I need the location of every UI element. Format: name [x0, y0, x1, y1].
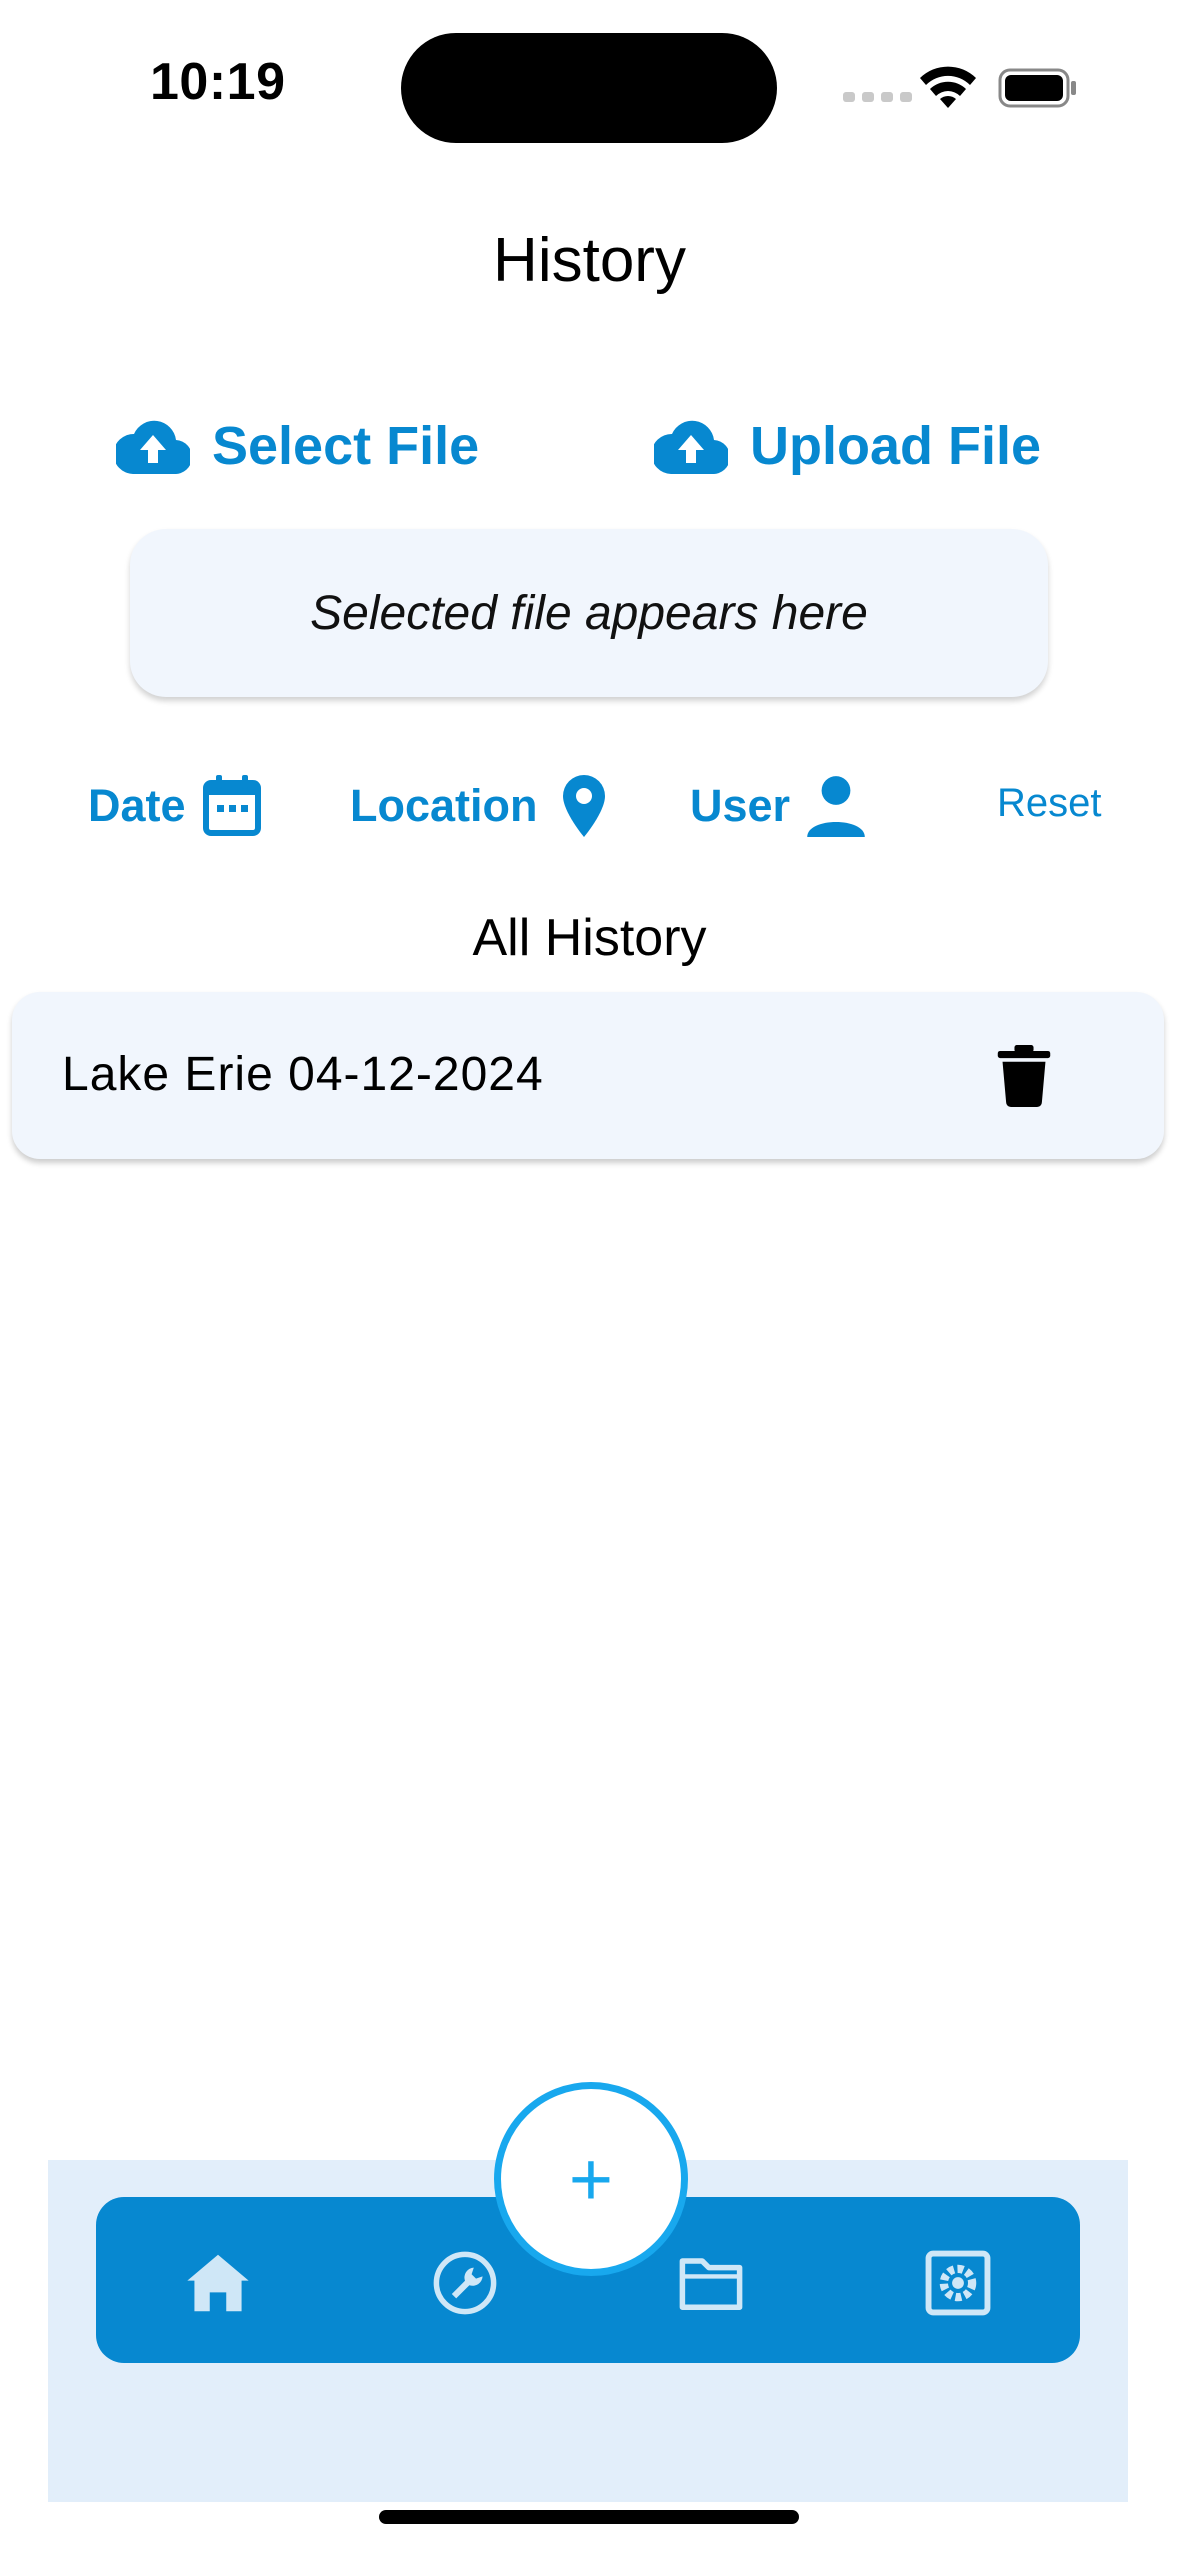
- status-time: 10:19: [150, 53, 286, 111]
- selected-file-placeholder: Selected file appears here: [310, 586, 868, 640]
- location-filter-label: Location: [350, 780, 538, 831]
- section-title: All History: [472, 909, 707, 967]
- upload-file-label: Upload File: [750, 416, 1042, 476]
- wifi-icon: [920, 66, 976, 108]
- select-file-button[interactable]: Select File: [116, 408, 479, 484]
- battery-icon: [998, 68, 1076, 108]
- add-fab-button[interactable]: +: [494, 2082, 688, 2276]
- upload-file-button[interactable]: Upload File: [654, 408, 1041, 484]
- dynamic-island: [401, 33, 777, 143]
- user-filter-button[interactable]: User: [690, 770, 866, 842]
- reset-filters-button[interactable]: Reset: [997, 781, 1102, 826]
- wrench-icon[interactable]: [432, 2250, 498, 2316]
- trash-icon[interactable]: [996, 1045, 1052, 1107]
- home-icon[interactable]: [185, 2250, 251, 2316]
- cellular-signal-icon: [843, 92, 912, 102]
- person-icon: [807, 776, 865, 837]
- history-item-label: Lake Erie 04-12-2024: [62, 1048, 544, 1101]
- cloud-upload-icon: [116, 420, 190, 474]
- location-filter-button[interactable]: Location: [350, 770, 614, 842]
- location-pin-icon: [562, 775, 605, 837]
- user-filter-label: User: [690, 780, 791, 831]
- date-filter-label: Date: [88, 780, 186, 831]
- select-file-label: Select File: [212, 416, 480, 476]
- home-indicator: [379, 2510, 799, 2524]
- calendar-icon: [202, 775, 261, 836]
- cloud-upload-icon: [654, 420, 728, 474]
- selected-file-display: Selected file appears here: [130, 529, 1048, 697]
- date-filter-button[interactable]: Date: [88, 770, 262, 842]
- folder-icon[interactable]: [678, 2250, 744, 2316]
- history-list-item[interactable]: Lake Erie 04-12-2024: [12, 992, 1164, 1159]
- settings-icon[interactable]: [925, 2250, 991, 2316]
- page-title: History: [493, 226, 686, 295]
- plus-icon: +: [568, 2136, 614, 2222]
